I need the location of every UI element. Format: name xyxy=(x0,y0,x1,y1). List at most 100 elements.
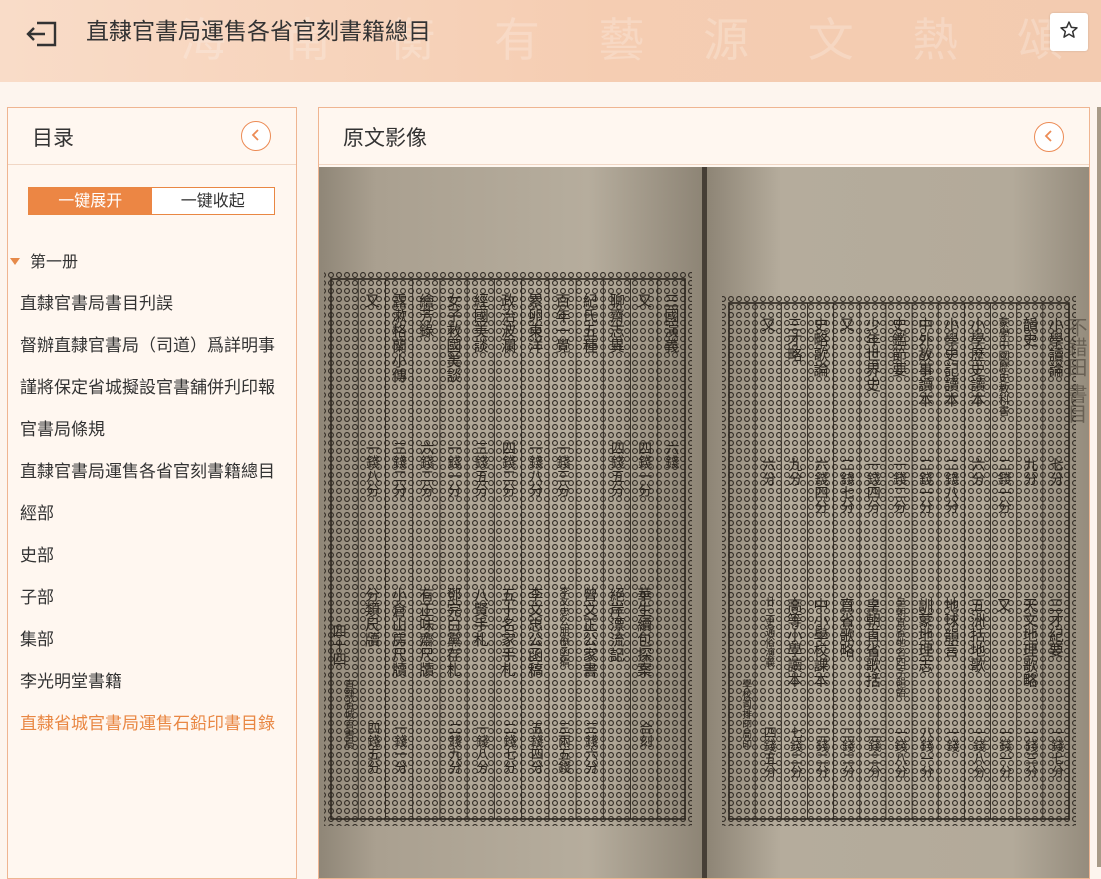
toc-item[interactable]: 經部 xyxy=(20,493,296,535)
entry-title: 又 xyxy=(759,317,777,332)
page-number: 四十四 xyxy=(331,624,347,666)
entry-title: 百年一覺 xyxy=(553,293,571,354)
entry-price: 四錢五分 xyxy=(364,722,380,775)
entry-price: 八錢一分 xyxy=(918,726,934,779)
entry-title: 小學讀論 xyxy=(1047,317,1065,378)
entry-price: 九分 xyxy=(1022,458,1038,487)
next-panel-edge xyxy=(1097,107,1101,867)
entry-price: 六分 xyxy=(760,458,776,487)
favorite-button[interactable] xyxy=(1050,13,1088,51)
toc-item[interactable]: 督辦直隸官書局（司道）爲詳明事 xyxy=(20,325,296,367)
image-collapse-button[interactable] xyxy=(1034,122,1064,152)
entry-title: 李文忠公函稿 xyxy=(526,587,544,677)
toc-item[interactable]: 子部 xyxy=(20,577,296,619)
scanned-book-spread: 不錯田 書目 三國演義六錢又四錢一分華生續包探案合刻聊齋志異四錢五分絕岸漂流記紀… xyxy=(319,167,1089,878)
entry-price: 四錢二分 xyxy=(500,441,516,498)
entry-price: 二錢二分 xyxy=(839,726,855,779)
toc-item[interactable]: 直隸官書局運售各省官刻書籍總目 xyxy=(20,451,296,493)
collapse-all-button[interactable]: 一键收起 xyxy=(151,188,274,214)
entry-title: 又 xyxy=(995,597,1013,612)
entry-title: 李文忠公朋僚函稿 xyxy=(557,586,569,668)
entry-price: 一錢八分 xyxy=(473,722,489,775)
header-bar: 海 南 衡 有 藝 源 文 熱 頌 官 經 寶 直隸官書局運售各省官刻書籍總目 xyxy=(0,0,1101,82)
entry-title: 經國美談 xyxy=(472,293,490,353)
entry-title: 三國演義 xyxy=(662,293,680,353)
entry-title: 中外故事讀本 xyxy=(916,317,934,407)
entry-price: 三錢二分 xyxy=(391,441,407,498)
exit-icon xyxy=(25,19,59,53)
entry-title: 有正味齋尺牘 xyxy=(417,587,435,677)
toc-header: 目录 xyxy=(8,108,296,165)
toc-volume[interactable]: 第一册 xyxy=(8,248,78,272)
entry-title: 高等小學讀本 xyxy=(785,597,803,687)
entry-price: 四錢五分 xyxy=(609,441,625,498)
image-title: 原文影像 xyxy=(343,126,427,150)
toc-item[interactable]: 集部 xyxy=(20,619,296,661)
entry-price: 一錢七分 xyxy=(1048,726,1064,779)
toc-item[interactable]: 李光明堂書籍 xyxy=(20,661,296,703)
entry-title: 分類尺牘 xyxy=(363,587,381,647)
entry-price: 二錢八分 xyxy=(943,458,959,515)
entry-price: 一錢 xyxy=(944,726,960,752)
entry-price: 二錢二分 xyxy=(865,726,881,779)
entry-price: 一錢一分 xyxy=(392,722,408,775)
entry-price: 六錢四分 xyxy=(813,458,829,515)
document-image[interactable]: 不錯田 書目 三國演義六錢又四錢一分華生續包探案合刻聊齋志異四錢五分絕岸漂流記紀… xyxy=(319,167,1089,878)
entry-price: 六錢 xyxy=(663,441,679,469)
entry-title: 女子救國美談 xyxy=(445,292,463,383)
entry-title: 少年世界史 xyxy=(864,317,882,393)
entry-price: 二錢七分 xyxy=(501,722,517,775)
entry-title: 政治波瀾 xyxy=(499,293,517,354)
toc-volume-label: 第一册 xyxy=(30,252,79,271)
toc-item[interactable]: 謹將保定省城擬設官書舖併刋印報 xyxy=(20,367,296,409)
entry-title: 五洲括地歌 xyxy=(968,597,986,672)
expand-all-button[interactable]: 一键展开 xyxy=(29,188,152,214)
toc-item[interactable]: 直隸官書局書目刋誤 xyxy=(20,283,296,325)
entry-title: 史鑑節要 xyxy=(890,317,908,378)
entry-price: 七錢二分 xyxy=(787,726,803,779)
toc-item[interactable]: 史部 xyxy=(20,535,296,577)
entry-title: 史略歌論 xyxy=(812,317,830,378)
toc-collapse-button[interactable] xyxy=(241,121,271,151)
entry-price: 二錢二分 xyxy=(813,726,829,779)
entry-title: 繪芳錄 xyxy=(417,292,435,339)
entry-title: 又 xyxy=(363,293,381,308)
toc-panel: 目录 一键展开 一键收起 第一册 直隸官書局書目刋誤 督辦直隸官書局（司道）爲詳明… xyxy=(7,107,297,879)
toc-item[interactable]: 直隸省城官書局運售石鉛印書目錄 xyxy=(20,703,296,745)
entry-price: 五錢四分 xyxy=(528,722,544,775)
entry-price: 一錢八分 xyxy=(527,441,543,498)
chevron-left-icon xyxy=(1043,128,1055,147)
entry-title: 累卵東洋 xyxy=(526,293,544,353)
chevron-left-icon xyxy=(250,127,262,146)
page-footer: 直隸省城官書局 xyxy=(342,678,354,750)
entry-title: 天文地理歌略 xyxy=(1021,597,1039,687)
image-header: 原文影像 xyxy=(319,108,1089,165)
entry-title: 小學歷史讀本 xyxy=(968,317,986,407)
entry-price: 四錢五分 xyxy=(761,726,777,779)
page-title: 直隸官書局運售各省官刻書籍總目 xyxy=(86,19,431,45)
entry-title: 蒙學中國歷史教科書 xyxy=(997,317,1010,417)
entry-title: 皇朝直省地名四字韻語 xyxy=(894,596,906,698)
entry-price: 三兩五錢 xyxy=(555,722,571,774)
entry-title: 直省歌略 xyxy=(838,597,856,657)
toc-list: 直隸官書局書目刋誤 督辦直隸官書局（司道）爲詳明事 謹將保定省城擬設官書舖併刋印報官… xyxy=(20,283,296,745)
caret-down-icon xyxy=(10,258,20,265)
entry-price: 一錢八分 xyxy=(364,441,380,498)
entry-price: 一錢三分 xyxy=(1022,726,1038,779)
entry-price: 一錢一分 xyxy=(996,726,1012,779)
entry-title: 三才略 xyxy=(785,317,803,362)
entry-title: 又 xyxy=(838,317,856,332)
entry-title: 華生續包探案 xyxy=(635,587,653,677)
toc-item[interactable]: 官書局條規 xyxy=(20,409,296,451)
back-button[interactable] xyxy=(22,16,62,56)
expand-collapse-toggle: 一键展开 一键收起 xyxy=(28,187,275,215)
entry-title: 鄧完白黨存札 xyxy=(445,587,463,677)
entry-title: 三才紀要 xyxy=(1047,597,1065,658)
entry-price: 一錢三分 xyxy=(554,441,570,498)
entry-title: 訓蒙地理志 xyxy=(916,597,934,672)
entry-price: 七分 xyxy=(1048,458,1064,487)
toc-title: 目录 xyxy=(32,126,74,150)
entry-price: 一錢八分 xyxy=(970,726,986,779)
entry-title: 八賢手札 xyxy=(472,587,490,647)
entry-price: 二錢一分 xyxy=(996,458,1012,515)
